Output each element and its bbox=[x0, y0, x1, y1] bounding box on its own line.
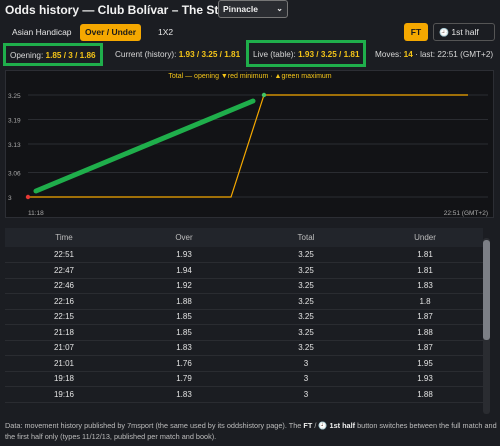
table-header-row: Time Over Total Under bbox=[5, 228, 483, 247]
tab-1x2[interactable]: 1X2 bbox=[153, 24, 178, 41]
cell-over: 1.79 bbox=[123, 371, 245, 387]
odds-chart: 3.25 3.19 3.13 3.06 3 11:18 22:51 (GMT+2) bbox=[5, 70, 494, 218]
cell-over: 1.83 bbox=[123, 340, 245, 356]
cell-time: 21:01 bbox=[5, 355, 123, 372]
last-update: · last: 22:51 (GMT+2) bbox=[415, 50, 494, 59]
opening-stat: Opening: 1.85 / 3 / 1.86 bbox=[3, 43, 103, 66]
y-tick-label: 3.25 bbox=[8, 93, 21, 100]
cell-under: 1.88 bbox=[367, 324, 483, 341]
table-row: 21:01 1.76 3 1.95 bbox=[5, 355, 483, 372]
col-total: Total bbox=[245, 228, 367, 247]
table-row: 21:07 1.83 3.25 1.87 bbox=[5, 340, 483, 356]
table-row: 22:16 1.88 3.25 1.8 bbox=[5, 293, 483, 310]
x-end-label: 22:51 (GMT+2) bbox=[444, 210, 488, 217]
min-marker bbox=[25, 194, 31, 200]
cell-under: 1.83 bbox=[367, 278, 483, 294]
col-under: Under bbox=[367, 228, 483, 247]
moves-label: Moves: bbox=[375, 50, 402, 59]
odds-table: Time Over Total Under 22:51 1.93 3.25 1.81 2… bbox=[5, 228, 493, 414]
note-ft: FT bbox=[303, 421, 313, 430]
cell-over: 1.93 bbox=[123, 247, 245, 263]
cell-over: 1.92 bbox=[123, 278, 245, 294]
cell-under: 1.95 bbox=[367, 355, 483, 372]
opening-label: Opening: bbox=[10, 51, 44, 60]
cell-under: 1.8 bbox=[367, 293, 483, 310]
current-stat: Current (history): 1.93 / 3.25 / 1.81 bbox=[111, 45, 244, 65]
cell-total: 3.25 bbox=[245, 309, 367, 325]
cell-total: 3.25 bbox=[245, 293, 367, 310]
live-value: 1.93 / 3.25 / 1.81 bbox=[298, 50, 360, 59]
current-label: Current (history): bbox=[115, 50, 177, 59]
tab-over-under[interactable]: Over / Under bbox=[80, 24, 142, 41]
cell-under: 1.81 bbox=[367, 247, 483, 263]
table-row: 19:18 1.79 3 1.93 bbox=[5, 371, 483, 387]
series-line bbox=[28, 94, 468, 198]
table-row: 19:16 1.83 3 1.88 bbox=[5, 386, 483, 403]
cell-over: 1.85 bbox=[123, 324, 245, 341]
cell-total: 3.25 bbox=[245, 262, 367, 279]
table-row: 21:18 1.85 3.25 1.88 bbox=[5, 324, 483, 341]
x-start-label: 11:18 bbox=[28, 210, 44, 217]
tab-asian-handicap[interactable]: Asian Handicap bbox=[7, 24, 77, 41]
cell-total: 3 bbox=[245, 386, 367, 403]
cell-total: 3 bbox=[245, 371, 367, 387]
cell-under: 1.87 bbox=[367, 340, 483, 356]
cell-total: 3.25 bbox=[245, 324, 367, 341]
cell-time: 22:15 bbox=[5, 309, 123, 325]
moves-stat: Moves: 14 · last: 22:51 (GMT+2) bbox=[371, 45, 497, 65]
cell-over: 1.88 bbox=[123, 293, 245, 310]
chart-legend: Total — opening ▼red minimum · ▲green ma… bbox=[168, 73, 332, 80]
cell-under: 1.88 bbox=[367, 386, 483, 403]
note-clock-icon: 🕘 bbox=[318, 421, 330, 430]
cell-time: 22:46 bbox=[5, 278, 123, 294]
cell-under: 1.87 bbox=[367, 309, 483, 325]
cell-under: 1.81 bbox=[367, 262, 483, 279]
cell-time: 22:51 bbox=[5, 247, 123, 263]
cell-time: 21:07 bbox=[5, 340, 123, 356]
cell-over: 1.85 bbox=[123, 309, 245, 325]
first-half-button[interactable]: 🕘 1st half bbox=[433, 23, 495, 41]
chevron-down-icon: ⌄ bbox=[276, 4, 283, 13]
current-value: 1.93 / 3.25 / 1.81 bbox=[178, 50, 241, 59]
max-marker bbox=[261, 92, 267, 98]
table-row: 22:51 1.93 3.25 1.81 bbox=[5, 247, 483, 263]
table-row: 22:46 1.92 3.25 1.83 bbox=[5, 278, 483, 294]
footnote: Data: movement history published by 7msp… bbox=[5, 421, 497, 442]
annotation-stroke bbox=[33, 98, 256, 194]
first-half-label: 1st half bbox=[451, 27, 479, 37]
cell-time: 22:16 bbox=[5, 293, 123, 310]
clock-icon: 🕘 bbox=[439, 28, 449, 37]
scrollbar-thumb[interactable] bbox=[483, 240, 490, 340]
y-tick-label: 3 bbox=[8, 195, 12, 202]
cell-over: 1.94 bbox=[123, 262, 245, 279]
cell-time: 19:16 bbox=[5, 386, 123, 403]
cell-over: 1.83 bbox=[123, 386, 245, 403]
live-stat: Live (table): 1.93 / 3.25 / 1.81 bbox=[246, 40, 366, 67]
cell-total: 3 bbox=[245, 355, 367, 372]
cell-time: 21:18 bbox=[5, 324, 123, 341]
cell-time: 19:18 bbox=[5, 371, 123, 387]
moves-value: 14 bbox=[403, 50, 413, 59]
live-label: Live (table): bbox=[253, 50, 296, 59]
cell-time: 22:47 bbox=[5, 262, 123, 279]
table-row: 22:15 1.85 3.25 1.87 bbox=[5, 309, 483, 325]
cell-under: 1.93 bbox=[367, 371, 483, 387]
ft-button[interactable]: FT bbox=[404, 23, 428, 41]
note-text-1: Data: movement history published by 7msp… bbox=[5, 421, 304, 430]
cell-over: 1.76 bbox=[123, 355, 245, 372]
chart-svg: 3.25 3.19 3.13 3.06 3 11:18 22:51 (GMT+2) bbox=[8, 92, 488, 217]
col-over: Over bbox=[123, 228, 245, 247]
bookmaker-value: Pinnacle bbox=[223, 4, 258, 14]
table-row: 22:47 1.94 3.25 1.81 bbox=[5, 262, 483, 279]
cell-total: 3.25 bbox=[245, 278, 367, 294]
opening-value: 1.85 / 3 / 1.86 bbox=[45, 51, 96, 60]
y-tick-label: 3.19 bbox=[8, 117, 21, 124]
y-tick-label: 3.13 bbox=[8, 142, 21, 149]
cell-total: 3.25 bbox=[245, 247, 367, 263]
note-half: 1st half bbox=[329, 421, 356, 430]
bookmaker-select[interactable]: Pinnacle ⌄ bbox=[218, 0, 288, 18]
cell-total: 3.25 bbox=[245, 340, 367, 356]
col-time: Time bbox=[5, 228, 123, 247]
y-tick-label: 3.06 bbox=[8, 171, 21, 178]
